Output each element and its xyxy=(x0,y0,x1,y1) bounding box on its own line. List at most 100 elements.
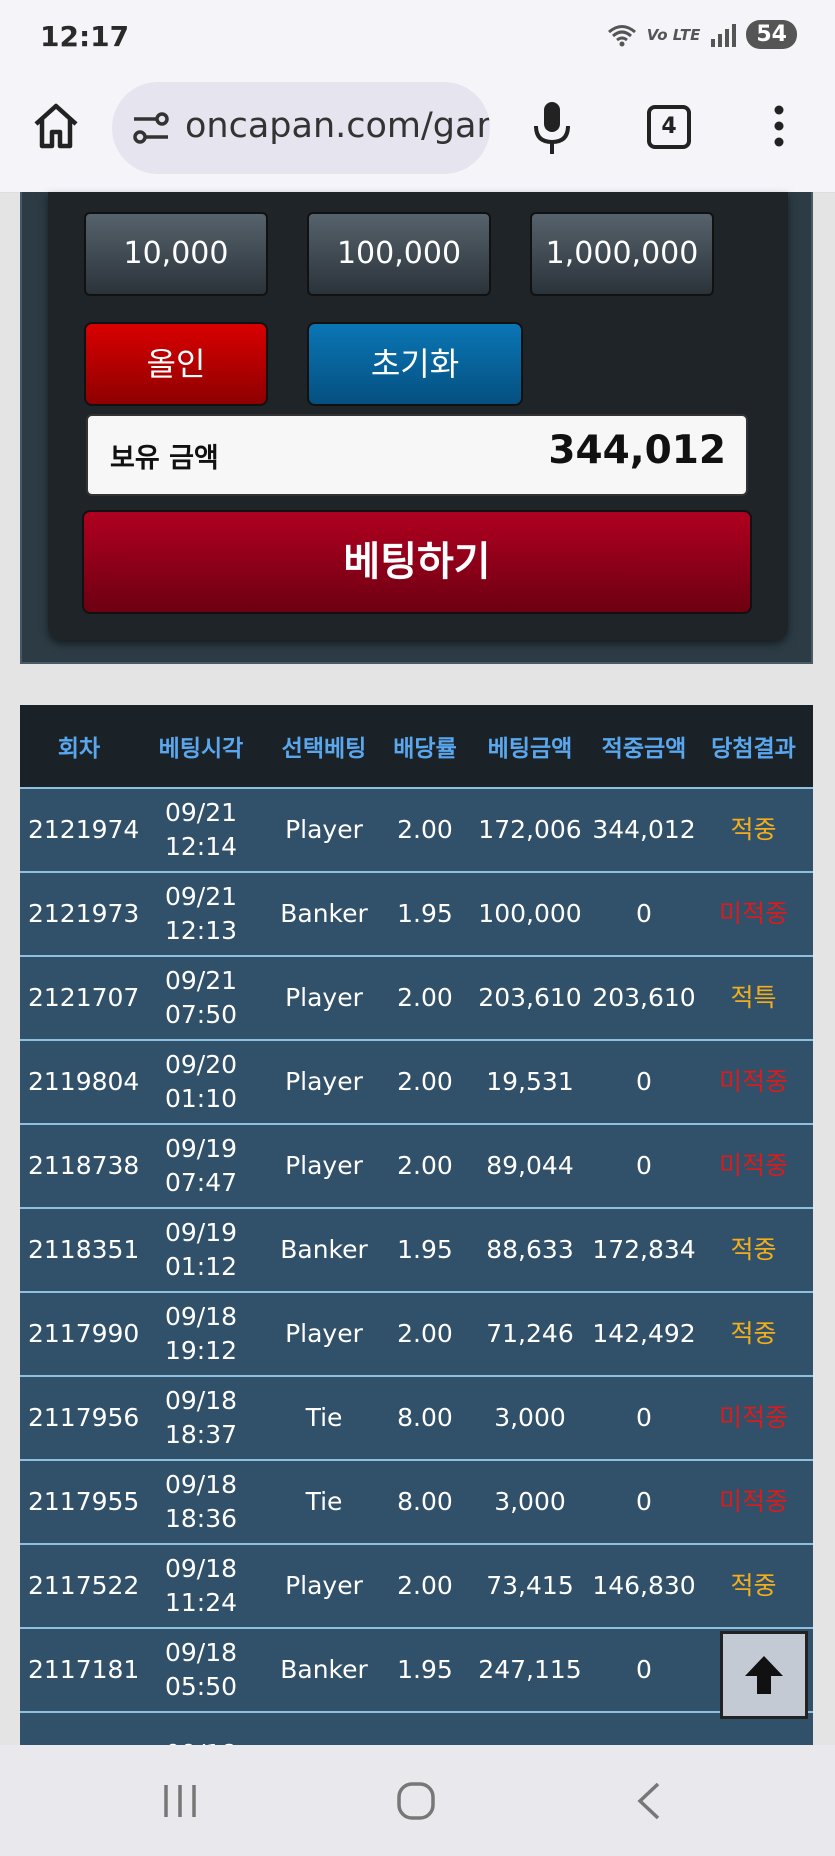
chip-100000-button[interactable]: 100,000 xyxy=(307,212,491,296)
bet-history-table: 회차 베팅시각 선택베팅 배당률 베팅금액 적중금액 당첨결과 2121974 0… xyxy=(20,705,813,1745)
cell-bet-time: 09/18 05:50 xyxy=(164,1638,238,1701)
cell-odds: 2.00 xyxy=(397,1067,453,1096)
cell-bet-time: 09/18 18:36 xyxy=(164,1470,238,1533)
cell-bet-time: 09/20 01:10 xyxy=(164,1050,238,1113)
mic-icon[interactable] xyxy=(530,100,574,156)
status-time: 12:17 xyxy=(40,20,130,53)
cell-bet-time: 09/21 12:14 xyxy=(164,798,238,861)
battery-badge: 54 xyxy=(746,20,797,49)
cell-choice: Banker xyxy=(280,1235,368,1264)
cell-bet-amount: 3,000 xyxy=(494,1487,566,1516)
cell-choice: Banker xyxy=(280,1655,368,1684)
cell-round: 2117181 xyxy=(28,1655,140,1684)
table-row: 2117990 09/18 19:12 Player 2.00 71,246 142,49… xyxy=(20,1293,813,1377)
header-bet-time: 베팅시각 xyxy=(158,736,244,762)
back-icon[interactable] xyxy=(634,1781,664,1821)
table-body: 2121974 09/21 12:14 Player 2.00 172,006 344,0… xyxy=(20,787,813,1745)
cell-payout: 344,012 xyxy=(592,815,696,844)
cell-round xyxy=(20,1713,138,1745)
place-bet-button[interactable]: 베팅하기 xyxy=(82,510,752,614)
cell-choice: Tie xyxy=(305,1403,343,1432)
cell-odds: 2.00 xyxy=(397,815,453,844)
tab-switcher-button[interactable]: 4 xyxy=(647,105,691,149)
cell-choice: Player xyxy=(285,1319,363,1348)
cell-odds: 8.00 xyxy=(397,1487,453,1516)
cell-odds: 1.95 xyxy=(397,899,453,928)
cell-bet-amount: 203,610 xyxy=(478,983,582,1012)
chip-10000-button[interactable]: 10,000 xyxy=(84,212,268,296)
system-nav-bar xyxy=(0,1745,835,1856)
cell-odds xyxy=(384,1713,466,1745)
home-icon[interactable] xyxy=(30,100,82,152)
cell-bet-amount: 19,531 xyxy=(486,1067,574,1096)
table-row: 2117955 09/18 18:36 Tie 8.00 3,000 0 미적중 xyxy=(20,1461,813,1545)
cell-round: 2117990 xyxy=(28,1319,140,1348)
cell-round: 2121973 xyxy=(28,899,140,928)
cell-odds: 1.95 xyxy=(397,1235,453,1264)
reset-button[interactable]: 초기화 xyxy=(307,322,523,406)
cell-result: 적중 xyxy=(730,1319,777,1348)
cell-odds: 2.00 xyxy=(397,1151,453,1180)
cell-bet-amount: 172,006 xyxy=(478,815,582,844)
cell-round: 2118351 xyxy=(28,1235,140,1264)
tune-icon[interactable] xyxy=(132,110,170,146)
cell-choice xyxy=(264,1713,384,1745)
url-text[interactable]: oncapan.com/gar xyxy=(185,106,490,146)
cell-bet-time: 09/21 12:13 xyxy=(164,882,238,945)
cell-odds: 1.95 xyxy=(397,1655,453,1684)
signal-icon xyxy=(711,23,737,47)
wifi-icon xyxy=(607,24,636,46)
cell-round: 2121707 xyxy=(28,983,140,1012)
cell-payout: 0 xyxy=(636,1067,652,1096)
all-in-button[interactable]: 올인 xyxy=(84,322,268,406)
cell-odds: 2.00 xyxy=(397,1319,453,1348)
table-row: 211718109/18 05:50Banker1.95247,1150미적중 xyxy=(20,1629,813,1713)
cell-choice: Player xyxy=(285,815,363,844)
cell-result: 적중 xyxy=(730,1571,777,1600)
cell-result: 미적중 xyxy=(718,899,788,928)
cell-result: 적중 xyxy=(730,815,777,844)
cell-payout: 142,492 xyxy=(592,1319,696,1348)
cell-bet-time: 09/18 18:37 xyxy=(164,1386,238,1449)
cell-choice: Player xyxy=(285,1151,363,1180)
header-bet-amount: 베팅금액 xyxy=(487,736,573,762)
cell-bet-amount: 88,633 xyxy=(486,1235,574,1264)
cell-round: 2117522 xyxy=(28,1571,140,1600)
cell-choice: Player xyxy=(285,1571,363,1600)
chip-1000000-button[interactable]: 1,000,000 xyxy=(530,212,714,296)
network-label: Vo LTE xyxy=(646,25,701,44)
header-result: 당첨결과 xyxy=(711,736,796,762)
cell-round: 2117956 xyxy=(28,1403,140,1432)
cell-payout: 0 xyxy=(636,1151,652,1180)
cell-result: 미적중 xyxy=(718,1487,788,1516)
balance-label: 보유 금액 xyxy=(110,443,219,474)
cell-bet-amount: 73,415 xyxy=(486,1571,574,1600)
cell-payout: 203,610 xyxy=(592,983,696,1012)
balance-display: 보유 금액 344,012 xyxy=(86,414,748,496)
cell-payout: 0 xyxy=(636,1487,652,1516)
table-row: 2121973 09/21 12:13 Banker 1.95 100,000 0 미적중 xyxy=(20,873,813,957)
cell-bet-time: 09/19 01:12 xyxy=(164,1218,238,1281)
cell-bet-time: 09/19 07:47 xyxy=(164,1134,238,1197)
cell-result: 미적중 xyxy=(718,1403,788,1432)
header-odds: 배당률 xyxy=(393,736,457,762)
table-row: 2117522 09/18 11:24 Player 2.00 73,415 146,83… xyxy=(20,1545,813,1629)
cell-choice: Player xyxy=(285,1067,363,1096)
recent-apps-icon[interactable] xyxy=(160,1783,200,1819)
menu-icon[interactable] xyxy=(770,104,788,148)
cell-odds: 8.00 xyxy=(397,1403,453,1432)
status-bar: 12:17 Vo LTE 54 xyxy=(0,0,835,78)
nav-home-icon[interactable] xyxy=(396,1781,436,1821)
header-choice: 선택베팅 xyxy=(281,736,367,762)
scroll-to-top-button[interactable] xyxy=(720,1631,808,1719)
header-payout: 적중금액 xyxy=(601,736,687,762)
cell-bet-amount: 247,115 xyxy=(478,1655,582,1684)
address-bar[interactable]: oncapan.com/gar xyxy=(112,82,490,174)
cell-payout: 172,834 xyxy=(592,1235,696,1264)
cell-odds: 2.00 xyxy=(397,983,453,1012)
cell-payout: 146,830 xyxy=(592,1571,696,1600)
header-round: 회차 xyxy=(57,736,101,762)
betting-panel-frame: 10,000 100,000 1,000,000 올인 초기화 보유 금액 34… xyxy=(20,192,813,664)
cell-round: 2118738 xyxy=(28,1151,140,1180)
table-header: 회차 베팅시각 선택베팅 배당률 베팅금액 적중금액 당첨결과 xyxy=(20,705,813,787)
